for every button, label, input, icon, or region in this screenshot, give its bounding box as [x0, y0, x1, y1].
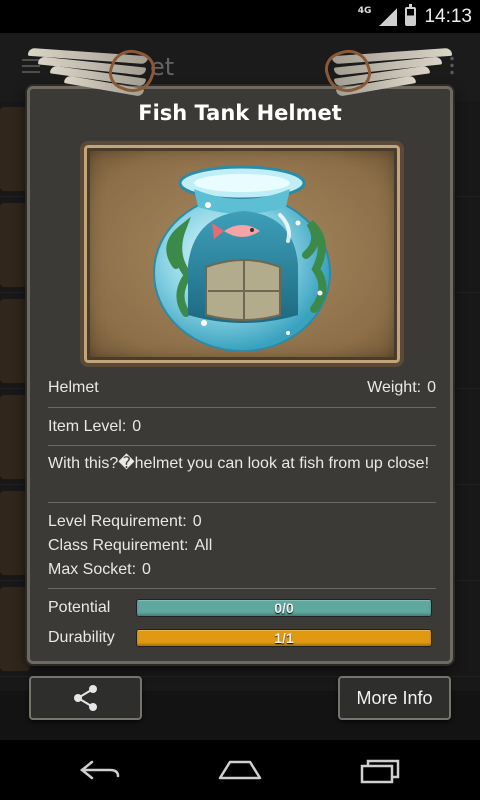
class-requirement-value: All [194, 537, 213, 554]
divider [48, 588, 436, 589]
back-icon[interactable] [78, 758, 122, 782]
max-socket-row: Max Socket: 0 [48, 561, 436, 579]
item-level-label: Item Level: [48, 418, 127, 435]
durability-row: Durability 1/1 [48, 627, 436, 649]
item-detail-dialog: Fish Tank Helmet Helmet Weight: 0 Item L… [27, 86, 453, 664]
share-button[interactable] [29, 676, 142, 720]
durability-label: Durability [48, 629, 115, 646]
item-description: With this?�helmet you can look at fish f… [48, 455, 430, 472]
class-requirement-label: Class Requirement: [48, 537, 189, 554]
max-socket-label: Max Socket: [48, 561, 137, 578]
share-icon [73, 685, 97, 711]
item-name: Fish Tank Helmet [138, 101, 342, 125]
status-clock: 14:13 [424, 5, 472, 27]
status-bar: 4G 14:13 [0, 0, 480, 33]
fish-tank-helmet-icon [153, 165, 331, 352]
potential-value: 0/0 [274, 600, 294, 616]
weight: Weight: 0 [367, 379, 436, 397]
level-requirement-value: 0 [192, 513, 202, 530]
potential-row: Potential 0/0 [48, 597, 436, 619]
item-type-row: Helmet Weight: 0 [48, 379, 436, 397]
battery-icon [405, 4, 417, 26]
item-image-frame [80, 141, 404, 367]
left-wing-ornament [20, 43, 160, 104]
weight-label: Weight: [367, 379, 422, 396]
network-type: 4G [357, 5, 372, 16]
max-socket-value: 0 [142, 561, 151, 578]
durability-value: 1/1 [274, 630, 294, 646]
potential-label: Potential [48, 599, 111, 616]
level-requirement-row: Level Requirement: 0 [48, 513, 436, 531]
class-requirement-row: Class Requirement: All [48, 537, 436, 555]
level-requirement-label: Level Requirement: [48, 513, 187, 530]
item-level-row: Item Level: 0 [48, 418, 436, 436]
navigation-bar [0, 740, 480, 800]
durability-bar: 1/1 [136, 629, 432, 647]
item-type: Helmet [48, 379, 99, 396]
divider [48, 407, 436, 408]
potential-bar: 0/0 [136, 599, 432, 617]
recents-icon[interactable] [358, 758, 402, 784]
weight-value: 0 [427, 379, 436, 396]
right-wing-ornament [320, 43, 460, 104]
home-icon[interactable] [216, 758, 264, 782]
signal-icon [379, 7, 398, 26]
more-info-button[interactable]: More Info [338, 676, 451, 720]
divider [48, 502, 436, 503]
item-level-value: 0 [132, 418, 142, 435]
divider [48, 445, 436, 446]
